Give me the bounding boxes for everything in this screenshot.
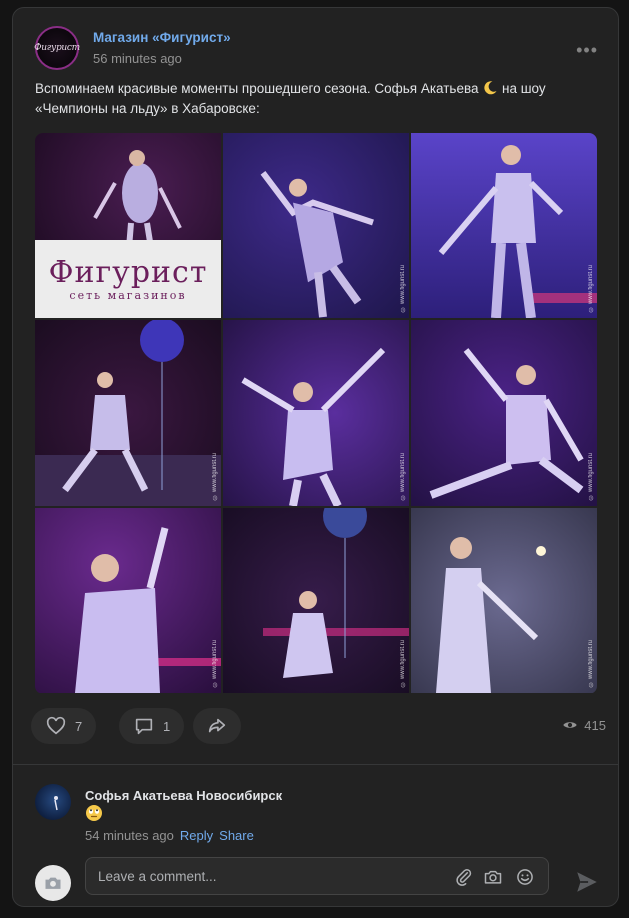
camera-placeholder-icon — [45, 877, 61, 889]
comment-composer — [35, 857, 600, 901]
post-actions: 7 1 415 — [31, 708, 606, 744]
photo-8[interactable]: © www.figurist.ru — [223, 508, 409, 693]
post-text: Вспоминаем красивые моменты прошедшего с… — [35, 79, 605, 119]
comment-input[interactable] — [98, 866, 438, 886]
post-header: Фигурист Магазин «Фигурист» 56 minutes a… — [34, 26, 600, 72]
watermark: © www.figurist.ru — [400, 265, 406, 312]
comment-bubble-icon — [135, 718, 153, 735]
banner-sub-text: сеть магазинов — [69, 288, 187, 302]
watermark: © www.figurist.ru — [212, 453, 218, 500]
share-button[interactable] — [193, 708, 241, 744]
watermark: © www.figurist.ru — [588, 640, 594, 687]
more-options-icon[interactable]: ••• — [576, 40, 598, 61]
photo-grid: Фигурист сеть магазинов © www.figurist.r… — [35, 133, 597, 694]
reply-link[interactable]: Reply — [180, 828, 213, 843]
post-time[interactable]: 56 minutes ago — [93, 51, 182, 66]
comment-meta: 54 minutes ago Reply Share — [85, 828, 254, 843]
comment-button[interactable]: 1 — [119, 708, 185, 744]
watermark: © www.figurist.ru — [400, 453, 406, 500]
comment-time[interactable]: 54 minutes ago — [85, 828, 174, 843]
heart-icon — [46, 716, 66, 735]
photo-9-image — [411, 508, 597, 693]
send-icon[interactable] — [574, 869, 600, 895]
eye-icon — [563, 722, 577, 728]
photo-8-image — [223, 508, 409, 693]
photo-6-image — [411, 320, 597, 506]
crescent-figure-icon — [45, 790, 59, 815]
crescent-moon-icon — [484, 81, 497, 95]
rolling-eyes-emoji-icon — [86, 805, 102, 821]
photo-4-image — [35, 320, 221, 506]
photo-9[interactable]: © www.figurist.ru — [411, 508, 597, 693]
post-card: Фигурист Магазин «Фигурист» 56 minutes a… — [12, 7, 619, 907]
photo-2-image — [223, 133, 409, 318]
comment-count: 1 — [163, 718, 171, 734]
photo-4[interactable]: © www.figurist.ru — [35, 320, 221, 506]
photo-7-image — [35, 508, 221, 693]
comment-author-avatar[interactable] — [35, 784, 71, 820]
views-counter: 415 — [562, 717, 606, 733]
share-link[interactable]: Share — [219, 828, 254, 843]
photo-3[interactable]: © www.figurist.ru — [411, 133, 597, 318]
watermark: © www.figurist.ru — [212, 640, 218, 687]
smile-icon[interactable] — [515, 867, 535, 887]
post-text-part1: Вспоминаем красивые моменты прошедшего с… — [35, 81, 483, 96]
photo-7[interactable]: © www.figurist.ru — [35, 508, 221, 693]
watermark: © www.figurist.ru — [400, 640, 406, 687]
like-count: 7 — [75, 718, 83, 734]
camera-icon[interactable] — [483, 867, 503, 887]
comment-item: Софья Акатьева Новосибирск 54 minutes ag… — [35, 776, 600, 846]
photo-5-image — [223, 320, 409, 506]
watermark: © www.figurist.ru — [588, 265, 594, 312]
photo-2[interactable]: © www.figurist.ru — [223, 133, 409, 318]
divider — [13, 764, 618, 765]
photo-1-banner: Фигурист сеть магазинов — [35, 240, 221, 318]
comment-author-name[interactable]: Софья Акатьева Новосибирск — [85, 788, 282, 803]
photo-5[interactable]: © www.figurist.ru — [223, 320, 409, 506]
avatar-logo-text: Фигурист — [34, 43, 80, 53]
photo-1[interactable]: Фигурист сеть магазинов — [35, 133, 221, 318]
community-avatar[interactable]: Фигурист — [34, 26, 80, 70]
paperclip-icon[interactable] — [454, 867, 474, 887]
photo-6[interactable]: © www.figurist.ru — [411, 320, 597, 506]
views-count: 415 — [584, 717, 606, 733]
community-name-link[interactable]: Магазин «Фигурист» — [93, 30, 231, 45]
photo-3-image — [411, 133, 597, 318]
like-button[interactable]: 7 — [31, 708, 97, 744]
watermark: © www.figurist.ru — [588, 453, 594, 500]
banner-brand-text: Фигурист — [48, 254, 208, 290]
user-avatar[interactable] — [35, 865, 71, 901]
comment-input-box — [85, 857, 549, 895]
share-arrow-icon — [208, 718, 226, 733]
